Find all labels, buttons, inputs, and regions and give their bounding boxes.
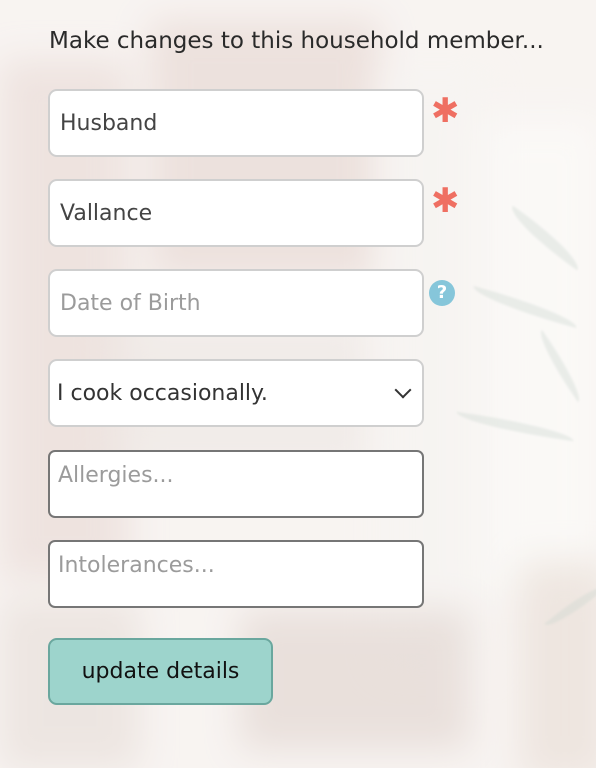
form-title: Make changes to this household member...: [49, 28, 544, 54]
intolerances-textarea[interactable]: [48, 540, 424, 608]
asterisk-icon: ✱: [431, 91, 460, 131]
edit-member-form: Make changes to this household member...…: [0, 0, 596, 768]
last-name-input[interactable]: [48, 179, 424, 247]
date-of-birth-input[interactable]: [48, 269, 424, 337]
update-details-button[interactable]: update details: [48, 638, 273, 705]
question-circle-icon[interactable]: ?: [429, 280, 455, 306]
asterisk-icon: ✱: [431, 181, 460, 221]
allergies-textarea[interactable]: [48, 450, 424, 518]
chevron-down-icon: [394, 381, 412, 399]
first-name-input[interactable]: [48, 89, 424, 157]
cooking-frequency-select[interactable]: I cook occasionally.: [48, 359, 424, 427]
cooking-frequency-value: I cook occasionally.: [57, 380, 268, 406]
